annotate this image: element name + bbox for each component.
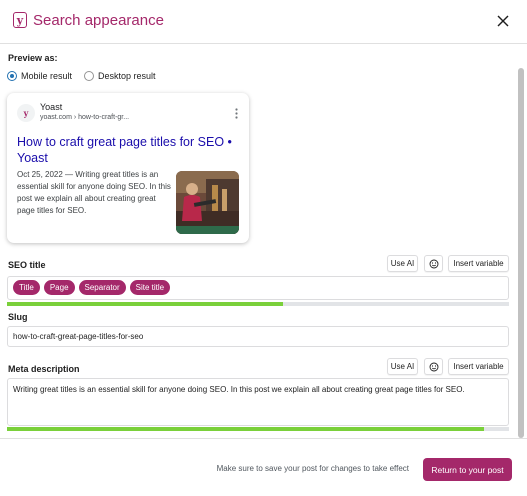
meta-description-use-ai-button[interactable]: Use AI: [387, 358, 418, 375]
slug-input[interactable]: how-to-craft-great-page-titles-for-seo: [7, 326, 509, 347]
variable-chip-page[interactable]: Page: [43, 280, 75, 295]
save-reminder-text: Make sure to save your post for changes …: [216, 464, 409, 473]
variable-chip-site-title[interactable]: Site title: [129, 280, 171, 295]
seo-title-use-ai-button[interactable]: Use AI: [387, 255, 418, 272]
modal-body[interactable]: Preview as: Mobile result Desktop result…: [0, 44, 527, 438]
mobile-result-label[interactable]: Mobile result: [21, 71, 72, 81]
meta-description-progress-bar: [7, 427, 509, 431]
seo-title-emoji-button[interactable]: [424, 255, 443, 272]
scrollbar-thumb[interactable]: [518, 68, 524, 438]
seo-title-chips: Title Page Separator Site title: [13, 280, 171, 295]
emoji-icon: [429, 259, 438, 268]
meta-description-value: Writing great titles is an essential ski…: [13, 385, 465, 394]
preview-label: Preview as:: [8, 53, 58, 63]
return-to-post-button[interactable]: Return to your post: [423, 458, 512, 481]
close-icon[interactable]: [493, 11, 513, 31]
slug-value: how-to-craft-great-page-titles-for-seo: [13, 332, 144, 341]
preview-description: Oct 25, 2022 — Writing great titles is a…: [17, 170, 171, 215]
google-preview-card: y Yoast yoast.com › how-to-craft-gr... H…: [7, 93, 249, 243]
emoji-icon: [429, 362, 438, 371]
preview-site-url: yoast.com › how-to-craft-gr...: [40, 114, 130, 121]
preview-site-name: Yoast: [40, 102, 63, 112]
meta-description-emoji-button[interactable]: [424, 358, 443, 375]
seo-title-progress-fill: [7, 302, 284, 306]
scrollbar-track[interactable]: [518, 44, 526, 438]
desktop-result-label[interactable]: Desktop result: [98, 71, 156, 81]
yoast-logo-icon: y: [13, 12, 27, 28]
modal-header: y Search appearance: [0, 0, 527, 44]
variable-chip-separator[interactable]: Separator: [78, 280, 126, 295]
mobile-result-radio[interactable]: [7, 71, 17, 81]
kebab-menu-icon: [235, 106, 238, 119]
site-favicon-icon: y: [17, 104, 35, 122]
meta-description-insert-variable-button[interactable]: Insert variable: [448, 358, 509, 375]
seo-title-progress-bar: [7, 302, 509, 306]
search-appearance-modal: y Search appearance Preview as: Mobile r…: [0, 0, 527, 496]
desktop-result-radio[interactable]: [84, 71, 95, 81]
meta-description-label: Meta description: [8, 364, 80, 374]
meta-description-input[interactable]: Writing great titles is an essential ski…: [7, 378, 509, 426]
modal-footer: Make sure to save your post for changes …: [0, 438, 527, 496]
modal-title: Search appearance: [33, 12, 164, 29]
slug-label: Slug: [8, 312, 28, 322]
seo-title-label: SEO title: [8, 260, 46, 270]
preview-mode-radio-group: Mobile result Desktop result: [7, 71, 168, 81]
seo-title-input[interactable]: Title Page Separator Site title: [7, 276, 509, 300]
variable-chip-title[interactable]: Title: [13, 280, 40, 295]
preview-thumbnail: [176, 171, 239, 234]
preview-title: How to craft great page titles for SEO •…: [17, 135, 232, 165]
meta-description-progress-fill: [7, 427, 484, 431]
seo-title-insert-variable-button[interactable]: Insert variable: [448, 255, 509, 272]
